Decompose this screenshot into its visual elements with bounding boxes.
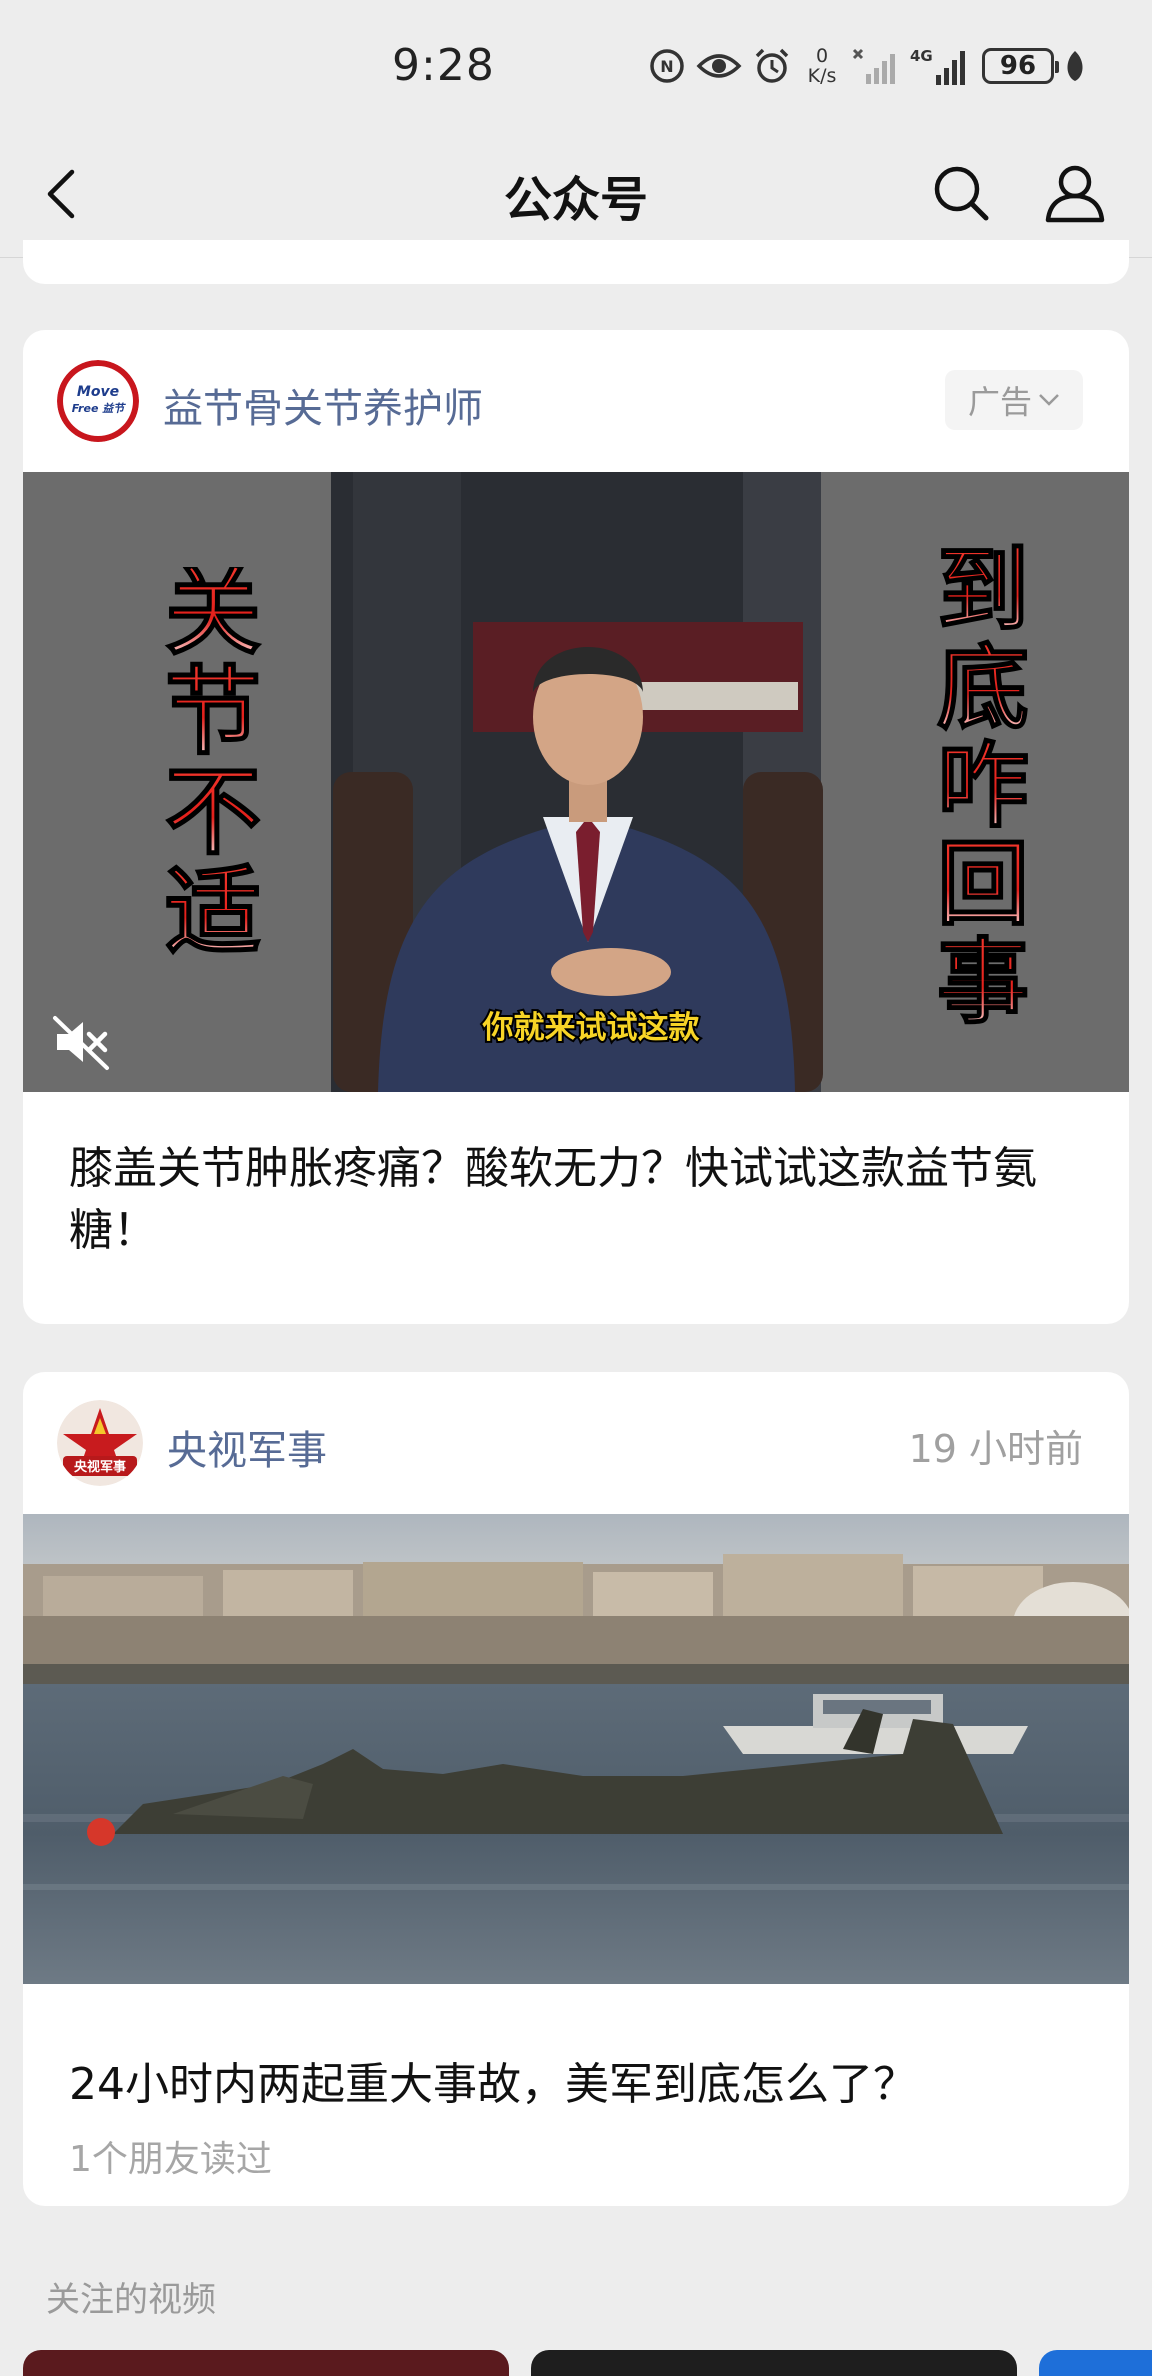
article-cover-image[interactable] bbox=[23, 1514, 1129, 1984]
search-icon bbox=[934, 166, 989, 221]
article-card[interactable]: 央视军事 央视军事 19 小时前 24小时内两起重大事故，美军到底怎么了？ 1个… bbox=[23, 1372, 1129, 2206]
ad-label: 广告 bbox=[967, 383, 1032, 421]
avatar-text: 央视军事 bbox=[74, 1459, 126, 1475]
alarm-clock-icon bbox=[752, 46, 792, 86]
account-avatar[interactable]: Move Free 益节 bbox=[57, 360, 139, 442]
video-overlay-left: 关 节 不 适 bbox=[164, 567, 262, 969]
article-title[interactable]: 膝盖关节肿胀疼痛？酸软无力？快试试这款益节氨糖！ bbox=[69, 1138, 1083, 1262]
overlay-char: 关 bbox=[165, 567, 261, 668]
nav-bar: 公众号 bbox=[0, 130, 1152, 258]
section-label-followed-videos: 关注的视频 bbox=[46, 2280, 216, 2320]
account-name[interactable]: 央视军事 bbox=[167, 1418, 327, 1476]
account-name[interactable]: 益节骨关节养护师 bbox=[163, 376, 483, 434]
no-signal-icon bbox=[852, 46, 900, 86]
video-thumb[interactable] bbox=[23, 2350, 509, 2376]
overlay-char: 咋 bbox=[937, 733, 1029, 840]
profile-button[interactable] bbox=[1040, 158, 1110, 228]
overlay-char: 不 bbox=[165, 756, 261, 868]
network-type: 4G bbox=[910, 47, 933, 65]
network-speed: 0 K/s bbox=[802, 46, 842, 86]
avatar-text-move: Move bbox=[77, 384, 119, 400]
leaf-icon bbox=[1064, 49, 1086, 83]
net-speed-value: 0 bbox=[815, 45, 829, 67]
overlay-char: 适 bbox=[165, 856, 261, 968]
svg-text:N: N bbox=[660, 57, 673, 76]
battery-indicator: 96 bbox=[982, 48, 1059, 84]
overlay-char: 到 bbox=[937, 542, 1029, 644]
alarm-timer-icon: N bbox=[648, 47, 686, 85]
post-time: 19 小时前 bbox=[908, 1427, 1083, 1471]
overlay-char: 节 bbox=[165, 656, 261, 768]
video-thumb[interactable] bbox=[531, 2350, 1017, 2376]
ad-tag[interactable]: 广告 bbox=[945, 370, 1083, 430]
status-time: 9:28 bbox=[392, 40, 495, 91]
overlay-char: 底 bbox=[937, 635, 1029, 742]
search-button[interactable] bbox=[926, 158, 996, 228]
speaker-muted-icon bbox=[53, 1016, 109, 1070]
card-header: Move Free 益节 益节骨关节养护师 广告 bbox=[23, 330, 1129, 472]
profile-icon bbox=[1045, 165, 1105, 223]
video-subtitle: 你就来试试这款 bbox=[480, 1008, 703, 1048]
signal-4g-icon: 4G bbox=[910, 45, 972, 87]
video-thumb[interactable] bbox=[1039, 2350, 1152, 2376]
friends-read: 1个朋友读过 bbox=[69, 2139, 272, 2180]
river-wreck-photo bbox=[23, 1514, 1129, 1984]
battery-level: 96 bbox=[999, 51, 1037, 81]
ad-video[interactable]: 关 节 不 适 到 底 咋 回 事 你就来试试这款 bbox=[23, 472, 1129, 1092]
status-icons: N 0 K/s 4G 96 bbox=[648, 42, 1086, 90]
status-bar: 9:28 N 0 K/s 4G 96 bbox=[0, 0, 1152, 130]
net-speed-unit: K/s bbox=[807, 65, 837, 87]
card-header: 央视军事 央视军事 19 小时前 bbox=[23, 1372, 1129, 1514]
ad-card[interactable]: Move Free 益节 益节骨关节养护师 广告 关 节 不 适 到 底 咋 回… bbox=[23, 330, 1129, 1324]
video-overlay-right: 到 底 咋 回 事 bbox=[936, 542, 1030, 1037]
previous-card-bottom[interactable] bbox=[23, 240, 1129, 284]
overlay-char: 事 bbox=[937, 929, 1029, 1036]
mute-button[interactable] bbox=[51, 1012, 111, 1072]
account-avatar[interactable]: 央视军事 bbox=[57, 1400, 143, 1486]
avatar-text-free: Free 益节 bbox=[72, 402, 126, 415]
subtitle-text: 你就来试试这款 bbox=[482, 1010, 701, 1046]
eye-icon bbox=[696, 49, 742, 83]
overlay-char: 回 bbox=[937, 831, 1029, 938]
chevron-down-icon bbox=[1039, 394, 1059, 406]
article-title[interactable]: 24小时内两起重大事故，美军到底怎么了？ bbox=[69, 2054, 1083, 2116]
